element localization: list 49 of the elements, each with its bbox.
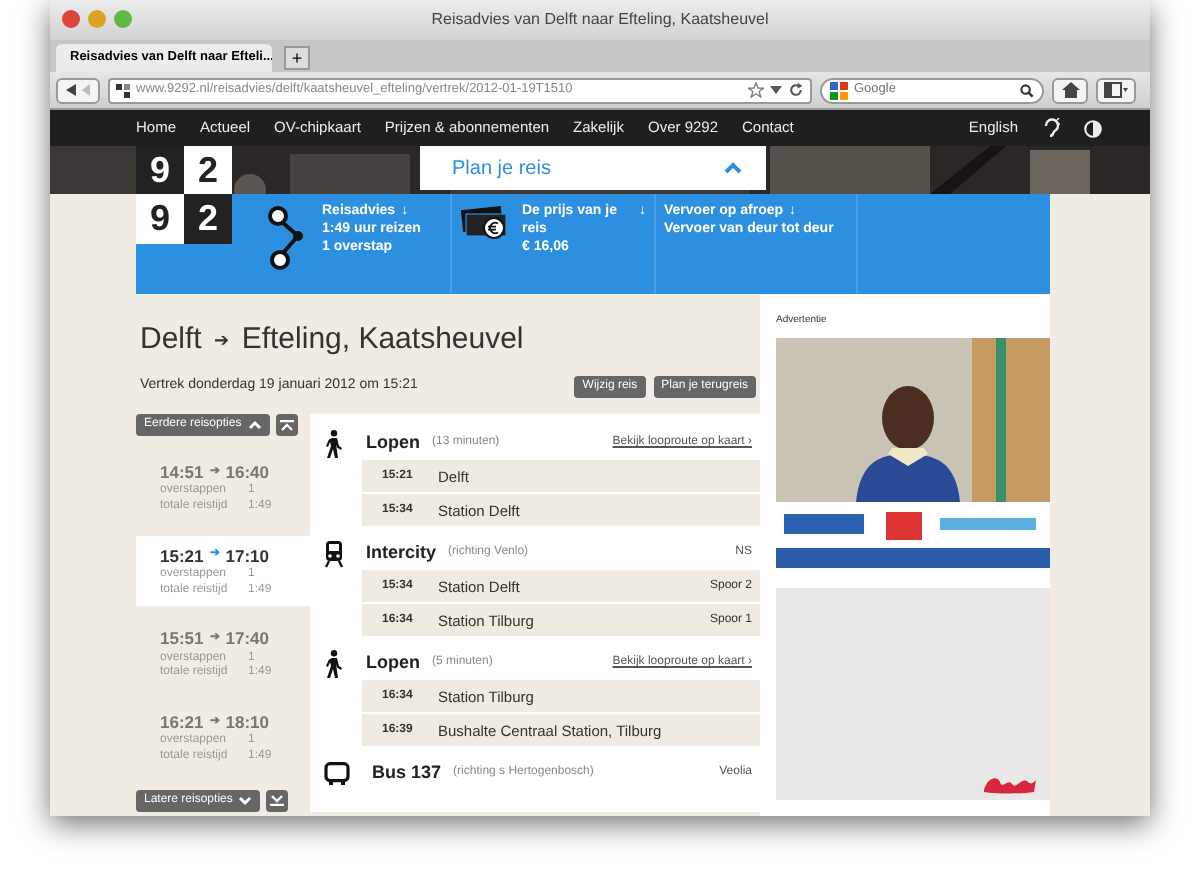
logo-icon [982,773,1038,793]
train-icon [324,539,344,568]
leg-title: Lopen [366,649,420,676]
sidebar-button[interactable] [1096,77,1136,103]
arrive-time: 16:40 [225,462,269,483]
reload-icon[interactable] [788,82,804,98]
jump-button[interactable] [266,789,289,812]
jump-up-icon [279,419,294,432]
logo-digit: 2 [184,194,232,244]
home-icon [1061,82,1079,98]
logo-digit: 9 [136,146,184,194]
to-place: Efteling, Kaatsheuvel [241,322,524,358]
jump-button[interactable] [275,414,298,437]
chevron-up-icon [247,420,262,431]
site-icon [116,83,130,97]
contrast-icon [1084,119,1102,137]
walking-person-icon [324,649,344,678]
arrive-time: 17:10 [225,545,269,567]
dropdown-icon[interactable] [770,85,782,95]
depart-time: 15:51 [160,628,204,652]
new-tab-button[interactable]: + [284,46,310,70]
chevron-up-icon [724,162,742,174]
arrow-icon: ➔ [213,329,230,351]
depart-time: 16:21 [160,712,204,734]
search-engine-icon [830,81,848,99]
logo-digit: 2 [184,146,232,194]
leg-title: Bus 137 [372,759,442,786]
jump-down-icon [270,794,285,807]
arrive-time: 18:10 [225,712,269,733]
arrive-time: 17:40 [225,628,269,651]
depart-time: 14:51 [160,462,204,484]
close-icon[interactable] [62,10,80,28]
search-icon[interactable] [1020,83,1034,97]
bus-icon [324,761,350,786]
leg-title: Lopen [366,429,420,456]
home-button[interactable] [1052,77,1088,103]
sidebar-icon [1104,82,1128,98]
money-icon [460,204,512,244]
walking-person-icon [324,429,344,458]
back-forward-icon [64,82,92,98]
window-title: Reisadvies van Delft naar Efteling, Kaatsheuvel [431,8,769,32]
back-button[interactable] [56,77,100,103]
star-icon[interactable] [748,82,764,98]
depart-time: 15:21 [160,545,204,568]
logo-digit: 9 [136,194,184,244]
chevron-down-icon [238,795,253,806]
from-place: Delft [140,322,202,358]
leg-title: Intercity [366,539,437,566]
ear-icon [1042,118,1060,138]
